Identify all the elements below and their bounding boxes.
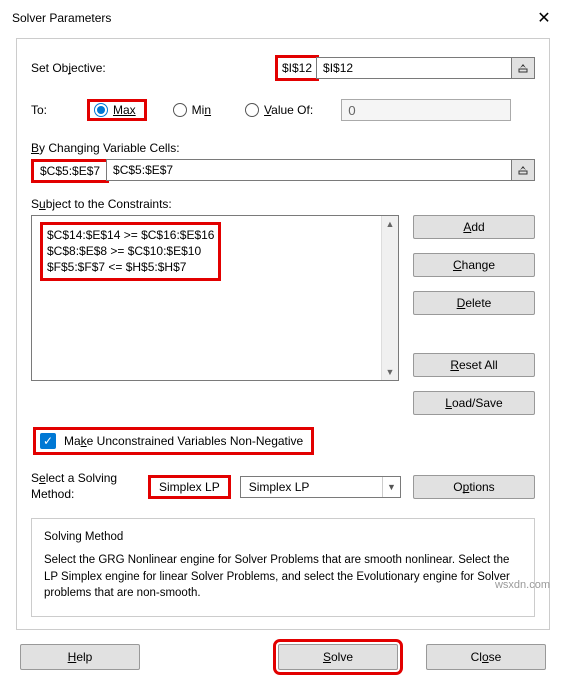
window-title: Solver Parameters bbox=[12, 11, 111, 25]
objective-value[interactable]: $I$12 bbox=[282, 61, 312, 75]
radio-valueof-label: Value Of: bbox=[264, 103, 313, 117]
constraint-line[interactable]: $F$5:$F$7 <= $H$5:$H$7 bbox=[47, 259, 214, 275]
method-select-text: Simplex LP bbox=[241, 477, 382, 497]
constraints-label: Subject to the Constraints: bbox=[31, 197, 535, 211]
radio-min-label: Min bbox=[192, 103, 211, 117]
constraint-line[interactable]: $C$14:$E$14 >= $C$16:$E$16 bbox=[47, 227, 214, 243]
valueof-input[interactable] bbox=[341, 99, 511, 121]
changing-cells-label: By Changing Variable Cells: bbox=[31, 141, 535, 155]
help-body: Select the GRG Nonlinear engine for Solv… bbox=[44, 552, 522, 602]
nonneg-label: Make Unconstrained Variables Non-Negativ… bbox=[64, 434, 303, 448]
change-button[interactable]: Change bbox=[413, 253, 535, 277]
help-button[interactable]: Help bbox=[20, 644, 140, 670]
radio-valueof[interactable]: Value Of: bbox=[245, 103, 313, 117]
loadsave-button[interactable]: Load/Save bbox=[413, 391, 535, 415]
scroll-down-icon[interactable]: ▼ bbox=[382, 364, 398, 380]
constraints-listbox[interactable]: $C$14:$E$14 >= $C$16:$E$16 $C$8:$E$8 >= … bbox=[31, 215, 399, 381]
changing-cells-value[interactable]: $C$5:$E$7 bbox=[40, 164, 100, 178]
radio-max-highlight: Max bbox=[87, 99, 147, 121]
radio-max[interactable] bbox=[94, 103, 108, 117]
close-button[interactable]: Close bbox=[426, 644, 546, 670]
range-picker-icon[interactable] bbox=[511, 159, 535, 181]
nonneg-highlight: ✓ Make Unconstrained Variables Non-Negat… bbox=[33, 427, 314, 455]
method-value-text: Simplex LP bbox=[159, 480, 220, 494]
radio-max-label: Max bbox=[113, 103, 136, 117]
add-button[interactable]: Add bbox=[413, 215, 535, 239]
objective-input-field[interactable] bbox=[316, 57, 512, 79]
watermark: wsxdn.com bbox=[495, 579, 550, 591]
options-button[interactable]: Options bbox=[413, 475, 535, 499]
scroll-up-icon[interactable]: ▲ bbox=[382, 216, 398, 232]
constraint-line[interactable]: $C$8:$E$8 >= $C$10:$E$10 bbox=[47, 243, 214, 259]
method-label: Select a SolvingMethod: bbox=[31, 471, 136, 502]
method-select[interactable]: Simplex LP ▼ bbox=[240, 476, 401, 498]
radio-min[interactable]: Min bbox=[173, 103, 211, 117]
help-title: Solving Method bbox=[44, 529, 522, 546]
range-picker-icon[interactable] bbox=[511, 57, 535, 79]
objective-input-highlight: $I$12 bbox=[275, 55, 319, 81]
objective-label: Set Objective: bbox=[31, 61, 141, 75]
method-highlight: Simplex LP bbox=[148, 475, 231, 499]
constraints-highlight: $C$14:$E$14 >= $C$16:$E$16 $C$8:$E$8 >= … bbox=[40, 222, 221, 281]
close-icon[interactable]: ✕ bbox=[534, 8, 554, 28]
scrollbar[interactable]: ▲ ▼ bbox=[381, 216, 398, 380]
solve-button[interactable]: Solve bbox=[278, 644, 398, 670]
nonneg-checkbox[interactable]: ✓ bbox=[40, 433, 56, 449]
to-label: To: bbox=[31, 103, 71, 117]
solving-method-groupbox: Solving Method Select the GRG Nonlinear … bbox=[31, 518, 535, 617]
resetall-button[interactable]: Reset All bbox=[413, 353, 535, 377]
chevron-down-icon[interactable]: ▼ bbox=[382, 477, 400, 497]
changing-cells-input[interactable] bbox=[106, 159, 512, 181]
changing-cells-highlight: $C$5:$E$7 bbox=[31, 159, 109, 183]
delete-button[interactable]: Delete bbox=[413, 291, 535, 315]
